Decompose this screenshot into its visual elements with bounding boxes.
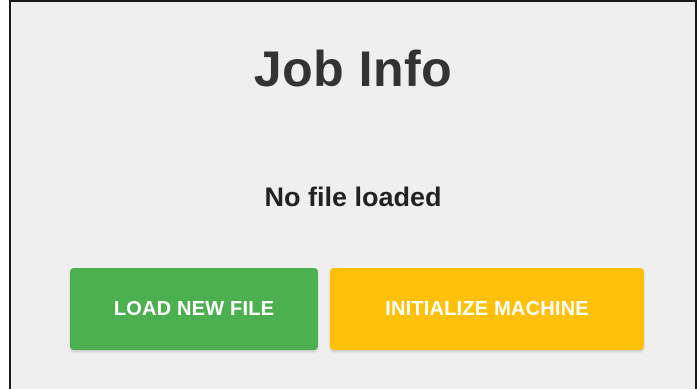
file-status-text: No file loaded	[264, 182, 442, 212]
initialize-machine-button[interactable]: INITIALIZE MACHINE	[330, 268, 644, 350]
panel-title: Job Info	[253, 41, 453, 97]
job-info-panel: Job Info No file loaded LOAD NEW FILE IN…	[9, 0, 697, 389]
load-new-file-button[interactable]: LOAD NEW FILE	[70, 268, 318, 350]
